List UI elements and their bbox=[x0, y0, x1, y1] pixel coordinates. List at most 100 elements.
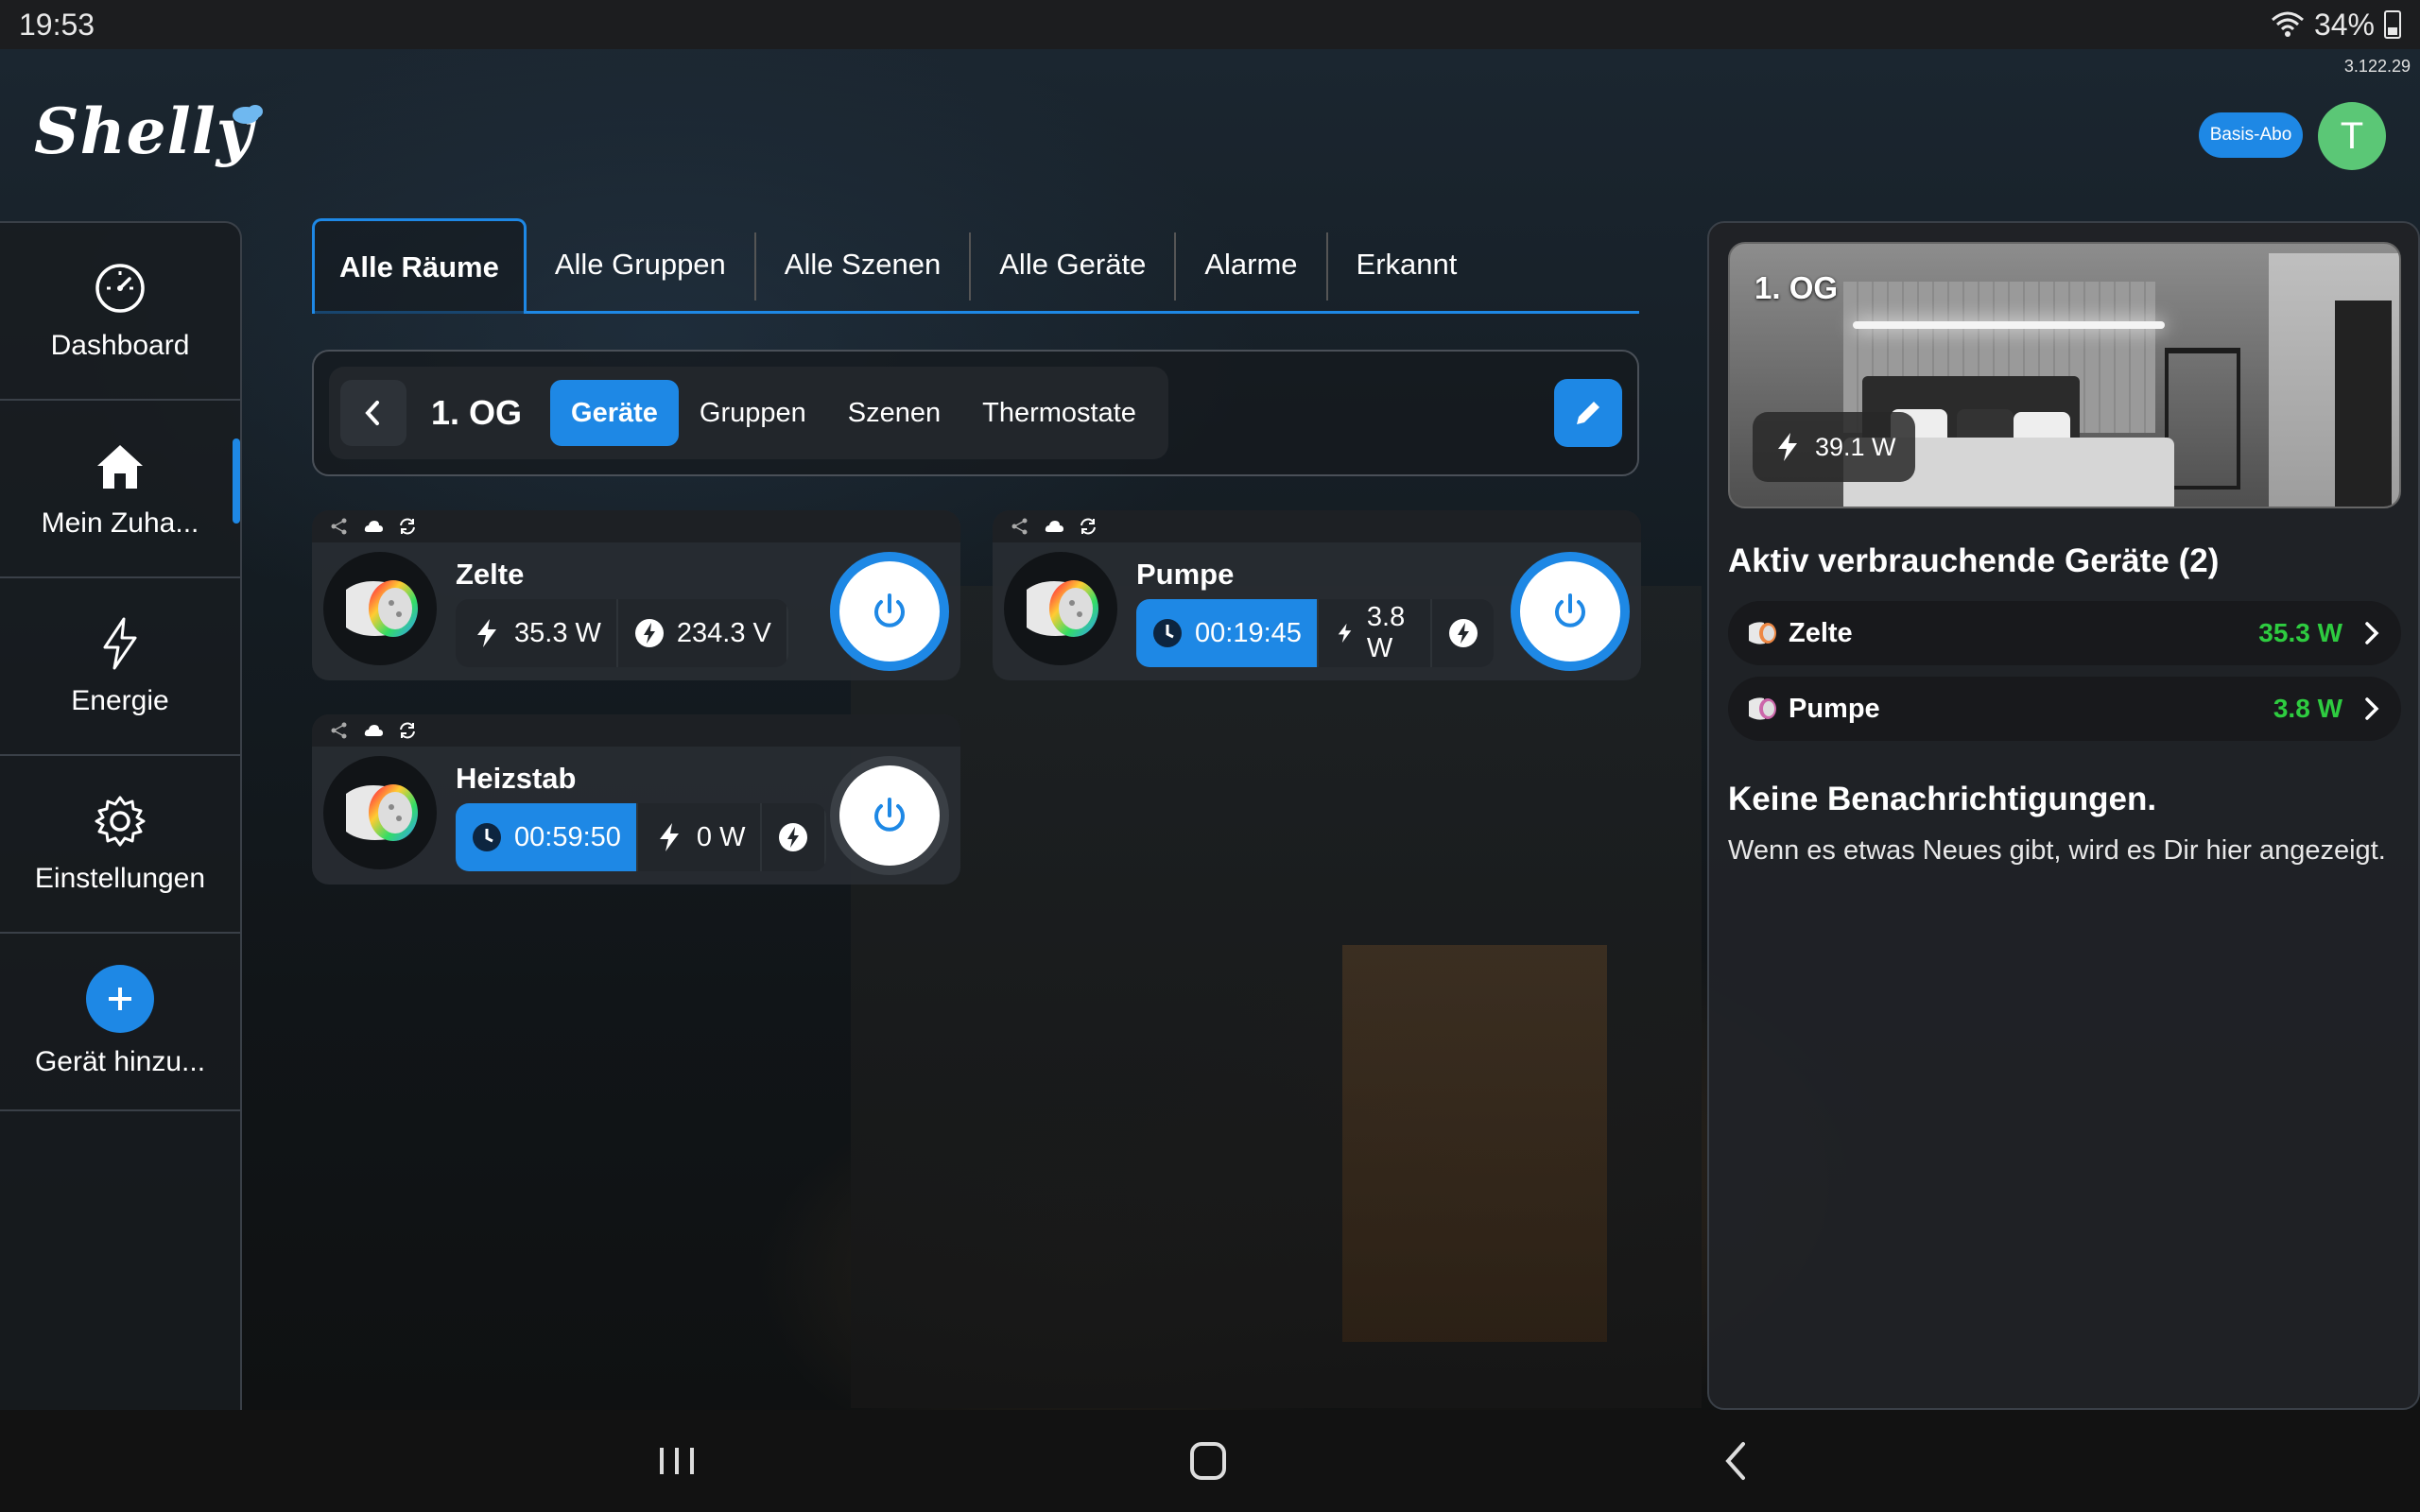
active-device-row-zelte[interactable]: Zelte 35.3 W bbox=[1728, 601, 2401, 665]
background-door bbox=[1342, 945, 1607, 1342]
edit-button[interactable] bbox=[1554, 379, 1622, 447]
recent-apps-icon[interactable] bbox=[648, 1436, 705, 1486]
sidebar-item-settings[interactable]: Einstellungen bbox=[0, 756, 240, 934]
active-device-row-pumpe[interactable]: Pumpe 3.8 W bbox=[1728, 677, 2401, 741]
device-name: Zelte bbox=[456, 558, 525, 591]
active-device-power: 35.3 W bbox=[2258, 618, 2342, 647]
card-status-bar bbox=[993, 510, 1641, 542]
smart-plug-image bbox=[1004, 552, 1117, 665]
battery-icon bbox=[2384, 10, 2401, 39]
cloud-icon bbox=[1045, 521, 1063, 532]
system-nav-bar bbox=[0, 1410, 2420, 1512]
gauge-icon bbox=[95, 264, 145, 313]
power-toggle-button[interactable] bbox=[830, 552, 949, 671]
status-bar: 19:53 34% bbox=[0, 0, 2420, 49]
subtab-groups[interactable]: Gruppen bbox=[679, 380, 827, 446]
active-device-power: 3.8 W bbox=[2273, 694, 2342, 723]
sync-icon bbox=[400, 518, 415, 535]
cloud-logo-icon bbox=[233, 105, 263, 124]
cloud-icon bbox=[364, 521, 383, 532]
room-image-title: 1. OG bbox=[1754, 270, 1839, 305]
room-image[interactable]: 1. OG 39.1 W bbox=[1728, 242, 2401, 508]
timer-value: 00:59:50 bbox=[514, 821, 621, 852]
clock-icon bbox=[473, 823, 501, 851]
tab-all-groups[interactable]: Alle Gruppen bbox=[527, 218, 754, 311]
voltage-icon bbox=[779, 823, 808, 851]
power-chip: 35.3 W bbox=[456, 599, 618, 667]
plus-icon bbox=[86, 965, 154, 1033]
power-toggle-button[interactable] bbox=[830, 756, 949, 875]
smart-plug-icon bbox=[1749, 622, 1776, 644]
power-toggle-button[interactable] bbox=[1511, 552, 1630, 671]
tab-detected[interactable]: Erkannt bbox=[1328, 218, 1486, 311]
plan-badge[interactable]: Basis-Abo bbox=[2199, 112, 2303, 158]
device-metrics: 00:59:50 0 W bbox=[456, 803, 827, 871]
wifi-icon bbox=[2271, 11, 2304, 37]
tab-all-scenes[interactable]: Alle Szenen bbox=[756, 218, 969, 311]
avatar[interactable]: T bbox=[2318, 102, 2386, 170]
sidebar-item-label: Gerät hinzu... bbox=[34, 1046, 206, 1077]
device-card-heizstab[interactable]: Heizstab 00:59:50 0 W bbox=[312, 714, 960, 885]
power-chip: 3.8 W bbox=[1318, 599, 1433, 667]
clock-icon bbox=[1153, 619, 1182, 647]
voltage-chip bbox=[762, 803, 827, 871]
room-power-value: 39.1 W bbox=[1815, 432, 1896, 461]
back-nav-icon[interactable] bbox=[1709, 1436, 1766, 1486]
tab-alarms[interactable]: Alarme bbox=[1176, 218, 1325, 311]
lightning-icon bbox=[1338, 623, 1352, 644]
sidebar: Dashboard Mein Zuha... Energie Einstellu… bbox=[0, 221, 242, 1410]
notifications-text: Wenn es etwas Neues gibt, wird es Dir hi… bbox=[1728, 835, 2386, 866]
subtab-devices[interactable]: Geräte bbox=[550, 380, 679, 446]
status-right: 34% bbox=[2271, 8, 2401, 43]
sync-icon bbox=[400, 722, 415, 739]
device-card-pumpe[interactable]: Pumpe 00:19:45 3.8 W bbox=[993, 510, 1641, 680]
device-metrics: 35.3 W 234.3 V bbox=[456, 599, 788, 667]
tab-all-rooms[interactable]: Alle Räume bbox=[312, 218, 527, 314]
gear-icon bbox=[95, 796, 146, 847]
timer-chip: 00:19:45 bbox=[1136, 599, 1319, 667]
room-image-light bbox=[1853, 321, 2165, 329]
timer-value: 00:19:45 bbox=[1195, 617, 1302, 648]
voltage-chip bbox=[1432, 599, 1494, 667]
battery-percent: 34% bbox=[2313, 7, 2375, 42]
sidebar-item-home[interactable]: Mein Zuha... bbox=[0, 401, 240, 578]
subtab-scenes[interactable]: Szenen bbox=[827, 380, 961, 446]
home-nav-icon[interactable] bbox=[1180, 1436, 1236, 1486]
voltage-icon bbox=[634, 619, 664, 647]
back-button[interactable] bbox=[340, 380, 406, 446]
sidebar-item-add-device[interactable]: Gerät hinzu... bbox=[0, 934, 240, 1111]
room-tabs: Alle Räume Alle Gruppen Alle Szenen Alle… bbox=[312, 218, 1639, 314]
active-device-name: Zelte bbox=[1789, 617, 1853, 648]
room-summary-panel: 1. OG 39.1 W Aktiv verbrauchende Geräte … bbox=[1707, 221, 2420, 1410]
subtab-thermostats[interactable]: Thermostate bbox=[961, 380, 1157, 446]
power-icon bbox=[874, 798, 905, 832]
chevron-left-icon bbox=[365, 401, 379, 425]
active-device-name: Pumpe bbox=[1789, 693, 1880, 724]
power-value: 0 W bbox=[696, 821, 746, 852]
timer-chip: 00:59:50 bbox=[456, 803, 638, 871]
power-value: 3.8 W bbox=[1366, 602, 1406, 663]
sidebar-item-dashboard[interactable]: Dashboard bbox=[0, 223, 240, 401]
power-value: 35.3 W bbox=[514, 617, 601, 648]
lightning-icon bbox=[1778, 433, 1797, 461]
notifications-title: Keine Benachrichtigungen. bbox=[1728, 781, 2157, 817]
sidebar-item-label: Einstellungen bbox=[34, 863, 206, 894]
app-version: 3.122.29 bbox=[2343, 57, 2411, 76]
lightning-icon bbox=[103, 617, 137, 670]
share-icon bbox=[1011, 518, 1028, 535]
tab-all-devices[interactable]: Alle Geräte bbox=[971, 218, 1174, 311]
power-icon bbox=[1555, 593, 1585, 627]
sidebar-item-energy[interactable]: Energie bbox=[0, 578, 240, 756]
voltage-chip: 234.3 V bbox=[617, 599, 788, 667]
smart-plug-icon bbox=[1749, 697, 1776, 720]
power-icon bbox=[874, 593, 905, 627]
device-card-zelte[interactable]: Zelte 35.3 W 234.3 V bbox=[312, 510, 960, 680]
home-icon bbox=[97, 445, 143, 489]
smart-plug-image bbox=[323, 552, 437, 665]
lightning-icon bbox=[477, 619, 496, 647]
power-chip: 0 W bbox=[637, 803, 763, 871]
card-status-bar bbox=[312, 510, 960, 542]
sidebar-item-label: Energie bbox=[71, 685, 169, 716]
pencil-icon bbox=[1577, 402, 1599, 424]
chevron-right-icon bbox=[2365, 622, 2379, 644]
